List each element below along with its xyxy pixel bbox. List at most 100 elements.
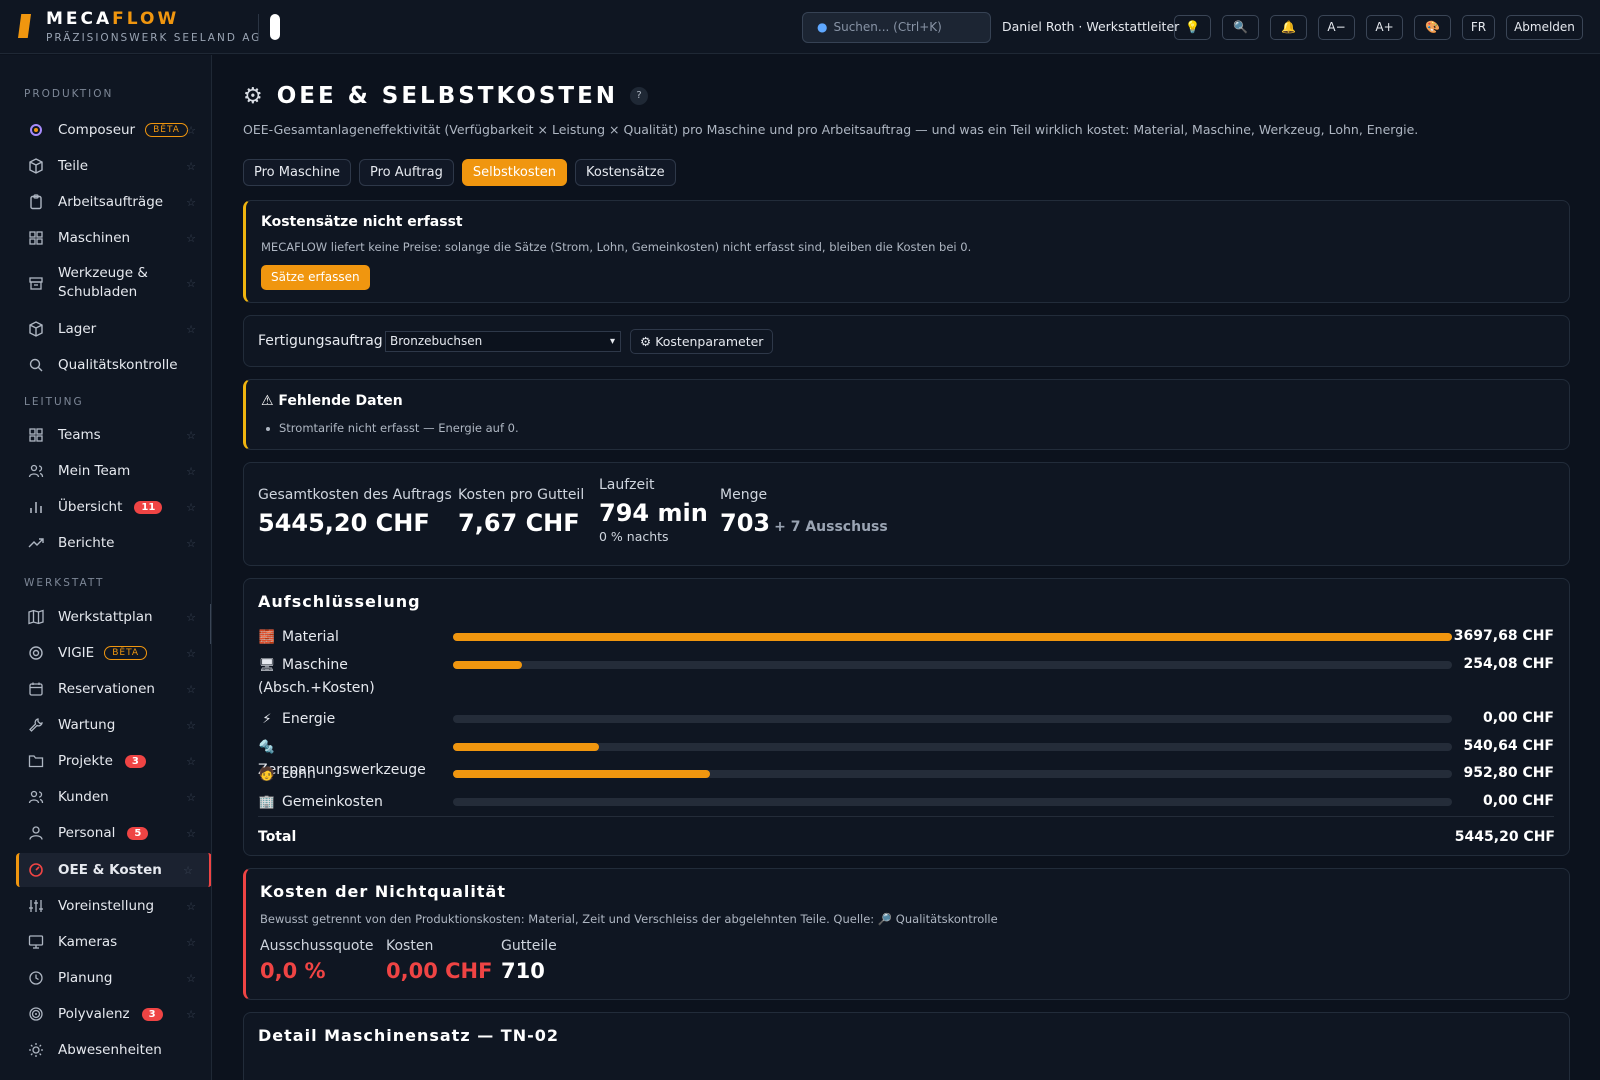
row-icon: 🧑 [258,767,276,782]
star-icon[interactable]: ☆ [186,827,196,840]
font-larger-button[interactable]: A+ [1366,15,1403,40]
language-button[interactable]: FR [1462,15,1495,40]
star-icon[interactable]: ☆ [186,501,196,514]
order-select-dropdown[interactable]: Bronzebuchsen ▾ [385,331,621,352]
logout-button[interactable]: Abmelden [1506,15,1583,40]
star-icon[interactable]: ☆ [186,900,196,913]
sidebar-item-personal[interactable]: Personal 5 ☆ [16,819,211,847]
star-icon[interactable]: ☆ [186,936,196,949]
search-input[interactable]: ● Suchen... (Ctrl+K) [802,12,991,43]
breakdown-total-label: Total [258,829,297,845]
zoom-button[interactable]: 🔍 [1222,15,1259,40]
star-icon[interactable]: ☆ [186,465,196,478]
breakdown-title: Aufschlüsselung [258,592,421,611]
sidebar-item-voreinstellung[interactable]: Voreinstellung ☆ [16,892,211,920]
app-name-part2: FLOW [112,9,180,29]
sidebar-item-label: Composeur [58,122,136,138]
star-icon[interactable]: ☆ [186,719,196,732]
wrench-icon [26,715,46,735]
sidebar-item-werkzeuge[interactable]: Werkzeuge & Schubladen ☆ [16,260,211,306]
sidebar-item-wartung[interactable]: Wartung ☆ [16,711,211,739]
sidebar-item-vigie[interactable]: VIGIE BÊTA ☆ [16,639,211,667]
page-subtitle: OEE-Gesamtanlageneffektivität (Verfügbar… [243,122,1419,137]
breakdown-bar-track [453,633,1452,641]
sidebar-item-maschinen[interactable]: Maschinen ☆ [16,224,211,252]
nonquality-cost-kpi: Kosten 0,00 CHF [386,938,492,983]
star-icon[interactable]: ☆ [186,1008,196,1021]
breakdown-row: 🔩Zerspanungswerkzeuge 540,64 CHF [258,736,1554,778]
breakdown-row: 🧱 Material 3697,68 CHF [258,626,1554,648]
cost-params-button[interactable]: ⚙ Kostenparameter [630,329,774,354]
theme-button[interactable]: 🎨 [1414,15,1451,40]
star-icon[interactable]: ☆ [186,683,196,696]
sidebar-item-mein-team[interactable]: Mein Team ☆ [16,457,211,485]
drawer-icon [26,273,46,293]
sidebar-item-arbeitsauftraege[interactable]: Arbeitsaufträge ☆ [16,188,211,216]
tab-kostensaetze[interactable]: Kostensätze [574,159,676,186]
help-button[interactable]: ? [630,87,649,105]
sidebar-item-planung[interactable]: Planung ☆ [16,964,211,992]
kpi-quantity-value: 703 [720,509,771,537]
app-logo[interactable]: MECAFLOW [46,9,179,29]
target-icon [26,1004,46,1024]
star-icon[interactable]: ☆ [186,647,196,660]
sidebar-item-reservationen[interactable]: Reservationen ☆ [16,675,211,703]
search-icon [26,355,46,375]
star-icon[interactable]: ☆ [186,791,196,804]
sidebar-item-label: Qualitätskontrolle [58,357,178,373]
star-icon[interactable]: ☆ [186,537,196,550]
sidebar-item-werkstattplan[interactable]: Werkstattplan ☆ [16,603,211,631]
star-icon[interactable]: ☆ [186,611,196,624]
sidebar-item-projekte[interactable]: Projekte 3 ☆ [16,747,211,775]
sidebar-item-label: Kunden [58,789,109,805]
sidebar-item-polyvalenz[interactable]: Polyvalenz 3 ☆ [16,1000,211,1028]
company-name: PRÄZISIONSWERK SEELAND AG [46,32,262,44]
sidebar-item-label: Werkstattplan [58,609,153,625]
star-icon[interactable]: ☆ [186,232,196,245]
tab-selbstkosten[interactable]: Selbstkosten [461,159,567,186]
sidebar-item-berichte[interactable]: Berichte ☆ [16,529,211,557]
sidebar-item-qualitaetskontrolle[interactable]: Qualitätskontrolle [16,351,211,379]
font-smaller-button[interactable]: A− [1318,15,1355,40]
star-icon[interactable]: ☆ [186,972,196,985]
breakdown-row-amount: 0,00 CHF [1483,793,1554,809]
breakdown-bar-track [453,743,1452,751]
star-icon[interactable]: ☆ [186,196,196,209]
sidebar-item-composeur[interactable]: Composeur BÊTA ☆ [16,116,211,144]
sidebar-item-abwesenheiten[interactable]: Abwesenheiten [16,1036,211,1064]
divider [258,816,1554,817]
star-icon[interactable]: ☆ [186,160,196,173]
kpi-runtime-sub: 0 % nachts [599,529,669,544]
notifications-button[interactable]: 🔔 [1270,15,1307,40]
machine-detail-card: Detail Maschinensatz — TN-02 [243,1012,1570,1080]
folder-icon [26,751,46,771]
star-icon[interactable]: ☆ [186,323,196,336]
tab-pro-auftrag[interactable]: Pro Auftrag [358,159,454,186]
star-icon[interactable]: ☆ [186,755,196,768]
breakdown-row-name: ⚡ Energie [258,708,448,731]
sidebar-item-kunden[interactable]: Kunden ☆ [16,783,211,811]
star-icon[interactable]: ☆ [186,277,196,290]
enter-rates-button[interactable]: Sätze erfassen [261,265,370,290]
star-icon[interactable]: ☆ [183,864,193,877]
sidebar-item-teile[interactable]: Teile ☆ [16,152,211,180]
machine-detail-title: Detail Maschinensatz — TN-02 [258,1026,559,1045]
map-icon [26,607,46,627]
sidebar-item-teams[interactable]: Teams ☆ [16,421,211,449]
nonquality-text: Bewusst getrennt von den Produktionskost… [260,912,998,926]
star-icon[interactable]: ☆ [186,124,196,137]
sidebar-item-oee-kosten[interactable]: OEE & Kosten ☆ [16,853,211,887]
idea-button[interactable]: 💡 [1174,15,1211,40]
sidebar-toggle[interactable] [270,14,280,40]
star-icon[interactable]: ☆ [186,429,196,442]
calendar-icon [26,679,46,699]
sidebar-item-kameras[interactable]: Kameras ☆ [16,928,211,956]
trend-icon [26,533,46,553]
tab-pro-maschine[interactable]: Pro Maschine [243,159,351,186]
sidebar-item-uebersicht[interactable]: Übersicht 11 ☆ [16,493,211,521]
breakdown-row: 🧑 Lohn 952,80 CHF [258,763,1554,785]
sidebar-item-lager[interactable]: Lager ☆ [16,315,211,343]
grid-icon [26,228,46,248]
breakdown-row-label: Lohn [282,766,316,782]
row-icon: 🔩 [258,740,276,755]
